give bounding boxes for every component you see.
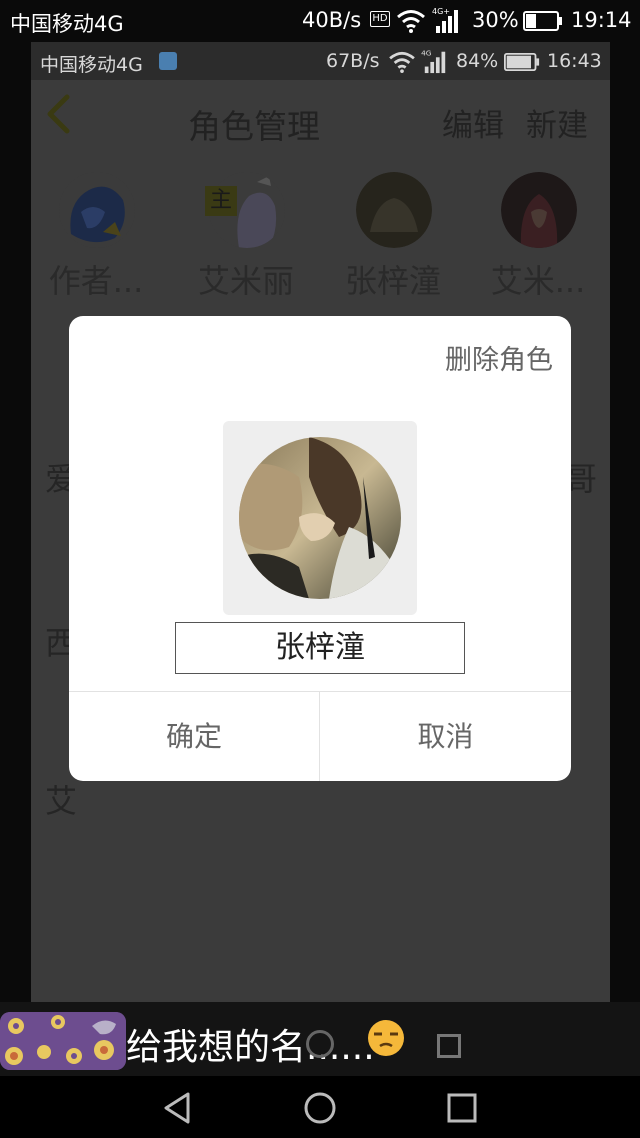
role-avatar bbox=[356, 172, 432, 248]
svg-text:4G: 4G bbox=[421, 48, 432, 57]
page-title: 角色管理 bbox=[188, 107, 320, 146]
edit-button[interactable]: 编辑 bbox=[442, 100, 504, 145]
role-item[interactable]: 作者... bbox=[31, 172, 161, 302]
notification-icon bbox=[159, 52, 177, 70]
confirm-button[interactable]: 确定 bbox=[69, 692, 320, 781]
role-name: 艾米丽 bbox=[197, 262, 294, 300]
smug-emoji-icon bbox=[368, 1020, 404, 1056]
role-avatar bbox=[501, 172, 577, 248]
edit-role-dialog: 删除角色 张梓潼 确定 取消 bbox=[69, 316, 571, 781]
delete-role-button[interactable]: 删除角色 bbox=[445, 338, 553, 377]
avatar-picker[interactable] bbox=[223, 421, 417, 615]
outer-carrier: 中国移动4G bbox=[10, 12, 124, 36]
role-name: 作者... bbox=[48, 262, 144, 300]
role-avatar-large bbox=[239, 437, 401, 599]
inner-home-ghost bbox=[306, 1030, 334, 1058]
role-name-partial: 艾 bbox=[45, 782, 78, 820]
signal-icon: 4G+ bbox=[432, 7, 458, 33]
back-nav-icon[interactable] bbox=[156, 1086, 200, 1130]
signal-icon: 4G bbox=[421, 48, 446, 74]
role-item[interactable]: 主 艾米丽 bbox=[181, 172, 311, 302]
sticker-image bbox=[0, 1012, 126, 1070]
role-name: 张梓潼 bbox=[344, 262, 441, 300]
outer-net-speed: 40B/s bbox=[302, 8, 362, 32]
navigation-bar bbox=[0, 1076, 640, 1138]
inner-net-speed: 67B/s bbox=[326, 50, 380, 72]
wifi-icon bbox=[397, 10, 425, 33]
battery-icon bbox=[523, 11, 562, 31]
wifi-icon bbox=[389, 51, 415, 73]
new-button[interactable]: 新建 bbox=[526, 100, 588, 145]
dialog-button-row: 确定 取消 bbox=[69, 691, 571, 781]
inner-clock: 16:43 bbox=[547, 50, 602, 72]
role-name: 艾米... bbox=[490, 262, 586, 300]
role-item[interactable]: 张梓潼 bbox=[328, 172, 458, 302]
role-list: 作者... 主 艾米丽 张梓潼 艾米... bbox=[31, 172, 610, 312]
battery-icon bbox=[504, 53, 540, 71]
role-avatar bbox=[59, 172, 135, 248]
home-nav-icon[interactable] bbox=[298, 1086, 342, 1130]
hd-icon: HD bbox=[370, 11, 390, 27]
outer-battery-percent: 30% bbox=[472, 8, 519, 32]
recents-nav-icon[interactable] bbox=[440, 1086, 484, 1130]
inner-recents-ghost bbox=[437, 1034, 461, 1058]
role-item[interactable]: 艾米... bbox=[473, 172, 603, 302]
chat-message: 给我想的名...... bbox=[126, 1027, 375, 1068]
inner-status-bar: 中国移动4G 67B/s 4G 84% 16:43 bbox=[31, 42, 610, 80]
inner-carrier: 中国移动4G bbox=[40, 54, 143, 76]
role-name-input[interactable]: 张梓潼 bbox=[175, 622, 465, 674]
svg-text:4G+: 4G+ bbox=[432, 7, 450, 16]
back-chevron-icon[interactable] bbox=[45, 94, 71, 134]
main-role-badge: 主 bbox=[205, 186, 237, 216]
cancel-button[interactable]: 取消 bbox=[320, 692, 571, 781]
outer-clock: 19:14 bbox=[571, 8, 632, 32]
inner-battery-percent: 84% bbox=[456, 50, 499, 72]
outer-status-bar: 中国移动4G 40B/s HD 4G+ 30% 19:14 bbox=[0, 0, 640, 42]
